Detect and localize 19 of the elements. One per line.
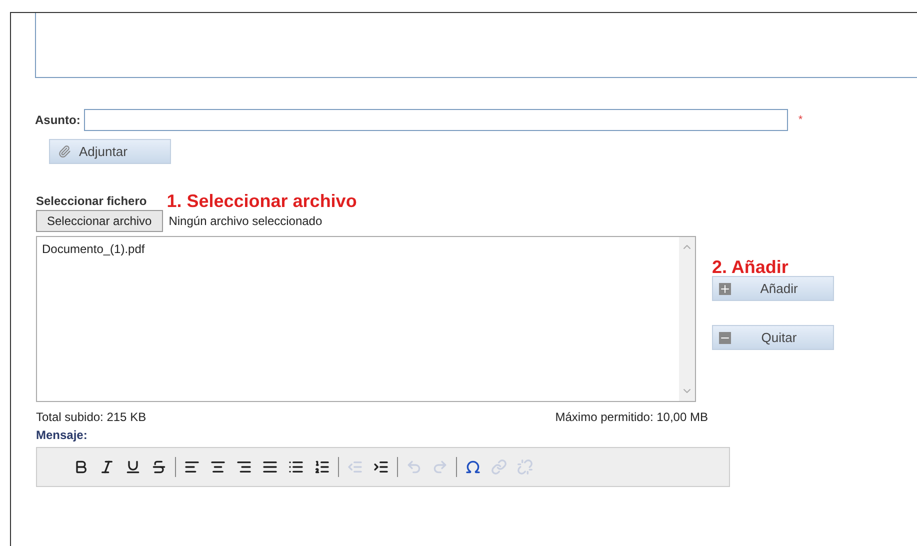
file-status-text: Ningún archivo seleccionado — [168, 213, 322, 230]
max-allowed-text: Máximo permitido: 10,00 MB — [555, 409, 708, 426]
plus-icon — [719, 282, 731, 294]
message-label: Mensaje: — [36, 427, 88, 444]
attach-button[interactable]: Adjuntar — [49, 139, 171, 164]
file-picker-label: Seleccionar fichero — [36, 193, 147, 210]
required-mark: * — [798, 112, 803, 128]
step-annotation: 1. Seleccionar archivo — [166, 192, 357, 210]
file-list[interactable]: Documento_(1).pdf — [36, 236, 696, 402]
file-list-item[interactable]: Documento_(1).pdf — [42, 240, 674, 258]
step-annotation: 2. Añadir — [712, 258, 790, 276]
choose-file-button[interactable]: Seleccionar archivo — [36, 210, 163, 232]
paperclip-icon — [58, 145, 71, 158]
subject-input-field[interactable] — [84, 109, 788, 131]
remove-button[interactable]: Quitar — [712, 325, 834, 350]
minus-icon — [719, 332, 731, 344]
total-uploaded-text: Total subido: 215 KB — [36, 409, 146, 426]
subject-label: Asunto: — [35, 112, 80, 129]
add-button[interactable]: Añadir — [712, 276, 834, 301]
